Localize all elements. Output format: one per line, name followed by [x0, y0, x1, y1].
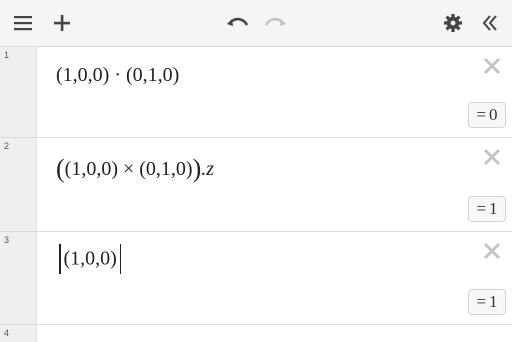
close-icon: [483, 57, 501, 75]
expression-input[interactable]: (1,0,0): [56, 244, 124, 274]
redo-icon: [264, 17, 286, 26]
vector-expression: (1,0,0): [63, 247, 117, 270]
abs-bar-left: [59, 244, 61, 274]
result-badge[interactable]: = 0: [468, 102, 506, 128]
expression-input[interactable]: (1,0,0) · (0,1,0): [56, 64, 179, 87]
outer-paren-open: (: [56, 154, 65, 183]
toolbar: [0, 0, 512, 47]
delete-row-button[interactable]: [482, 56, 502, 76]
equals-sign: =: [476, 105, 487, 124]
close-icon: [483, 148, 501, 166]
menu-icon: [14, 16, 32, 31]
algebra-row[interactable]: 3 (1,0,0) = 1: [0, 232, 512, 325]
row-gutter: 2: [0, 138, 37, 231]
abs-bar-right: [119, 244, 122, 274]
result-badge[interactable]: = 1: [468, 196, 506, 222]
settings-button[interactable]: [438, 8, 468, 38]
result-badge[interactable]: = 1: [468, 289, 506, 315]
result-value: 1: [489, 292, 498, 311]
add-button[interactable]: [47, 8, 77, 38]
row-number: 4: [4, 328, 10, 338]
component-suffix: .z: [201, 158, 215, 180]
settings-icon: [444, 14, 462, 32]
close-icon: [483, 242, 501, 260]
outer-paren-close: ): [192, 154, 202, 183]
row-number: 3: [4, 235, 10, 245]
undo-icon: [227, 17, 249, 26]
cross-product-expression: (1,0,0) × (0,1,0): [64, 158, 193, 180]
delete-row-button[interactable]: [482, 147, 502, 167]
undo-button[interactable]: [222, 8, 252, 38]
row-gutter: 3: [0, 232, 37, 324]
result-value: 1: [489, 199, 498, 218]
delete-row-button[interactable]: [482, 241, 502, 261]
add-icon: [54, 15, 70, 31]
result-value: 0: [489, 105, 498, 124]
new-input-row[interactable]: 4: [0, 325, 512, 342]
algebra-row[interactable]: 1 (1,0,0) · (0,1,0) = 0: [0, 47, 512, 138]
geogebra-app: 1 (1,0,0) · (0,1,0) = 0 2 ((1,0,0) × (0,…: [0, 0, 512, 342]
row-gutter: 4: [0, 325, 37, 342]
algebra-row[interactable]: 2 ((1,0,0) × (0,1,0)).z = 1: [0, 138, 512, 232]
expression-input[interactable]: ((1,0,0) × (0,1,0)).z: [56, 152, 215, 183]
row-gutter: 1: [0, 47, 37, 137]
row-number: 2: [4, 141, 10, 151]
equals-sign: =: [476, 292, 487, 311]
row-number: 1: [4, 50, 10, 60]
menu-button[interactable]: [8, 8, 38, 38]
equals-sign: =: [476, 199, 487, 218]
collapse-button[interactable]: [475, 8, 505, 38]
collapse-icon: [482, 15, 497, 31]
redo-button[interactable]: [261, 8, 291, 38]
